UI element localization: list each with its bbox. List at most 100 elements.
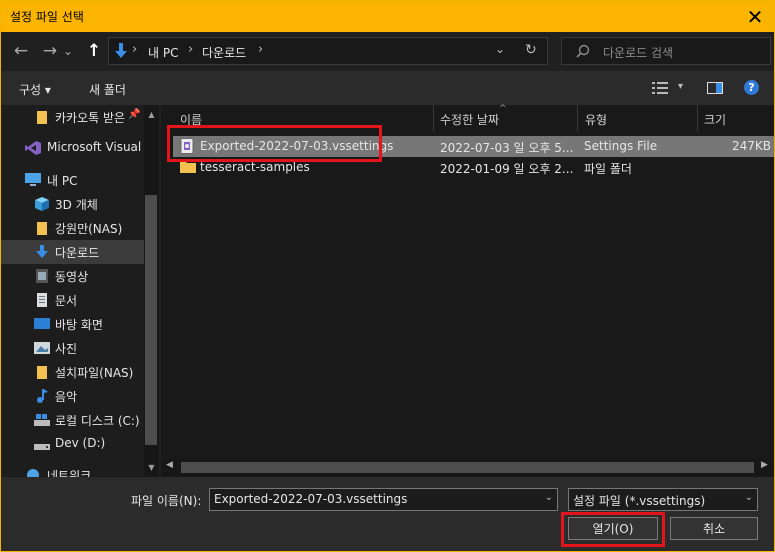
recent-locations-chevron-icon[interactable]: ⌄: [61, 40, 75, 62]
folder-icon: [180, 162, 196, 173]
organize-button[interactable]: 구성 ▾: [19, 81, 51, 98]
address-bar[interactable]: › 내 PC › 다운로드 › ⌄ ↻: [108, 37, 548, 65]
file-size: 247KB: [731, 139, 771, 153]
column-header-size[interactable]: 크기: [704, 111, 726, 128]
help-icon[interactable]: ?: [744, 80, 759, 95]
breadcrumb-downloads[interactable]: 다운로드: [202, 44, 246, 61]
folder-icon: [37, 111, 47, 124]
column-header-type[interactable]: 유형: [585, 111, 607, 128]
sidebar-item-label: 내 PC: [47, 174, 78, 188]
navigation-bar: ← → ⌄ ↑ › 내 PC › 다운로드 › ⌄ ↻ 다운로드 검색: [1, 32, 774, 70]
download-icon: [36, 245, 48, 258]
chevron-down-icon[interactable]: ⌄: [545, 492, 553, 503]
new-folder-button[interactable]: 새 폴더: [89, 81, 126, 98]
sort-indicator-icon: ^: [499, 104, 507, 114]
download-location-icon: [115, 43, 127, 58]
sidebar-item-visual-studio[interactable]: Microsoft Visual S: [1, 136, 153, 160]
filename-label: 파일 이름(N):: [131, 494, 202, 508]
sidebar-item-my-pc[interactable]: 내 PC: [1, 168, 144, 192]
sidebar-item-label: 강원만(NAS): [55, 222, 123, 236]
sidebar-item-pictures[interactable]: 사진: [1, 336, 144, 360]
column-divider[interactable]: [577, 105, 578, 131]
folder-icon: [37, 222, 47, 235]
picture-icon: [34, 342, 50, 354]
video-icon: [36, 269, 48, 283]
scroll-right-arrow-icon[interactable]: ▶: [761, 460, 768, 470]
column-header-name[interactable]: 이름: [180, 111, 202, 128]
cancel-button[interactable]: 취소: [670, 517, 758, 540]
sidebar-item-network[interactable]: 네트워크: [1, 463, 144, 477]
sidebar-item-desktop[interactable]: 바탕 화면: [1, 312, 144, 336]
file-list-horizontal-scrollbar[interactable]: ◀ ▶: [161, 459, 774, 476]
visual-studio-icon: [25, 141, 41, 155]
file-type: Settings File: [584, 139, 658, 153]
sidebar-item-label: 네트워크: [47, 469, 92, 477]
close-icon[interactable]: ✕: [740, 1, 770, 32]
pc-icon: [25, 173, 41, 186]
scrollbar-thumb[interactable]: [181, 462, 754, 473]
search-icon: [576, 44, 590, 58]
address-history-chevron-icon[interactable]: ⌄: [495, 42, 505, 56]
scroll-up-arrow-icon[interactable]: ▲: [144, 107, 159, 122]
file-type-select[interactable]: 설정 파일 (*.vssettings) ⌄: [568, 488, 758, 511]
sidebar-item-setup-nas[interactable]: 설치파일(NAS): [1, 360, 144, 384]
preview-pane-icon[interactable]: [707, 82, 723, 94]
view-dropdown-icon[interactable]: ▾: [678, 81, 683, 92]
dialog-footer: 파일 이름(N): Exported-2022-07-03.vssettings…: [1, 477, 774, 551]
navigation-pane: 카카오톡 받은 📌 Microsoft Visual S 내 PC 3D 개체 …: [1, 105, 159, 477]
sidebar-item-label: 동영상: [55, 270, 89, 284]
sidebar-item-label: Dev (D:): [55, 436, 106, 450]
sidebar-item-documents[interactable]: 문서: [1, 288, 144, 312]
back-arrow-icon[interactable]: ←: [10, 40, 32, 62]
scrollbar-thumb[interactable]: [145, 195, 157, 445]
sidebar-item-nas[interactable]: 강원만(NAS): [1, 216, 144, 240]
sidebar-item-videos[interactable]: 동영상: [1, 264, 144, 288]
file-type: 파일 폴더: [584, 162, 632, 176]
document-icon: [37, 293, 47, 307]
file-type-value: 설정 파일 (*.vssettings): [573, 494, 706, 508]
sidebar-item-kakaotalk[interactable]: 카카오톡 받은 📌: [1, 105, 144, 129]
window-title: 설정 파일 선택: [10, 10, 84, 24]
sidebar-item-downloads[interactable]: 다운로드: [1, 240, 144, 264]
file-name: tesseract-samples: [200, 160, 310, 174]
sidebar-item-local-disk-c[interactable]: 로컬 디스크 (C:): [1, 408, 144, 432]
column-header-row: 이름 ^ 수정한 날짜 유형 크기: [161, 104, 774, 131]
column-header-modified[interactable]: 수정한 날짜: [440, 111, 499, 128]
sidebar-item-label: 설치파일(NAS): [55, 366, 134, 380]
chevron-down-icon[interactable]: ⌄: [745, 492, 753, 503]
column-divider[interactable]: [433, 105, 434, 131]
sidebar-item-label: 로컬 디스크 (C:): [55, 414, 140, 428]
scroll-down-arrow-icon[interactable]: ▼: [144, 460, 159, 475]
column-divider[interactable]: [697, 105, 698, 131]
navigation-pane-scrollbar[interactable]: ▲ ▼: [144, 105, 159, 477]
command-toolbar: 구성 ▾ 새 폴더 ▾ ?: [1, 71, 774, 105]
sidebar-item-label: 문서: [55, 294, 78, 308]
filename-input[interactable]: Exported-2022-07-03.vssettings ⌄: [209, 488, 558, 511]
breadcrumb-my-pc[interactable]: 내 PC: [148, 44, 178, 61]
up-folder-icon[interactable]: ↑: [83, 40, 105, 62]
file-row-tesseract-samples[interactable]: tesseract-samples 2022-01-09 일 오후 2... 파…: [173, 157, 774, 178]
drive-icon: [34, 414, 50, 426]
breadcrumb-separator: ›: [188, 42, 194, 57]
search-box[interactable]: 다운로드 검색: [561, 37, 771, 65]
sidebar-item-3d-objects[interactable]: 3D 개체: [1, 192, 144, 216]
file-list-pane: 이름 ^ 수정한 날짜 유형 크기 Exported-2022-07-03.vs…: [161, 104, 774, 477]
breadcrumb-separator: ›: [258, 42, 264, 57]
sidebar-item-label: 카카오톡 받은: [55, 111, 126, 125]
scroll-left-arrow-icon[interactable]: ◀: [166, 460, 173, 470]
file-name: Exported-2022-07-03.vssettings: [200, 139, 394, 153]
sidebar-item-music[interactable]: 음악: [1, 384, 144, 408]
sidebar-item-label: 다운로드: [55, 246, 100, 260]
refresh-icon[interactable]: ↻: [525, 42, 537, 58]
forward-arrow-icon[interactable]: →: [39, 40, 61, 62]
sidebar-item-label: Microsoft Visual S: [47, 140, 153, 154]
file-modified: 2022-01-09 일 오후 2...: [440, 162, 574, 176]
open-button[interactable]: 열기(O): [568, 517, 658, 540]
file-open-dialog: 설정 파일 선택 ✕ ← → ⌄ ↑ › 내 PC › 다운로드 › ⌄ ↻ 다…: [0, 0, 775, 552]
view-options-icon[interactable]: [652, 82, 668, 94]
file-row-vssettings[interactable]: Exported-2022-07-03.vssettings 2022-07-0…: [173, 136, 774, 157]
desktop-icon: [34, 318, 50, 329]
sidebar-item-dev-d[interactable]: Dev (D:): [1, 432, 144, 456]
music-icon: [37, 389, 48, 403]
pin-icon[interactable]: 📌: [128, 109, 140, 120]
